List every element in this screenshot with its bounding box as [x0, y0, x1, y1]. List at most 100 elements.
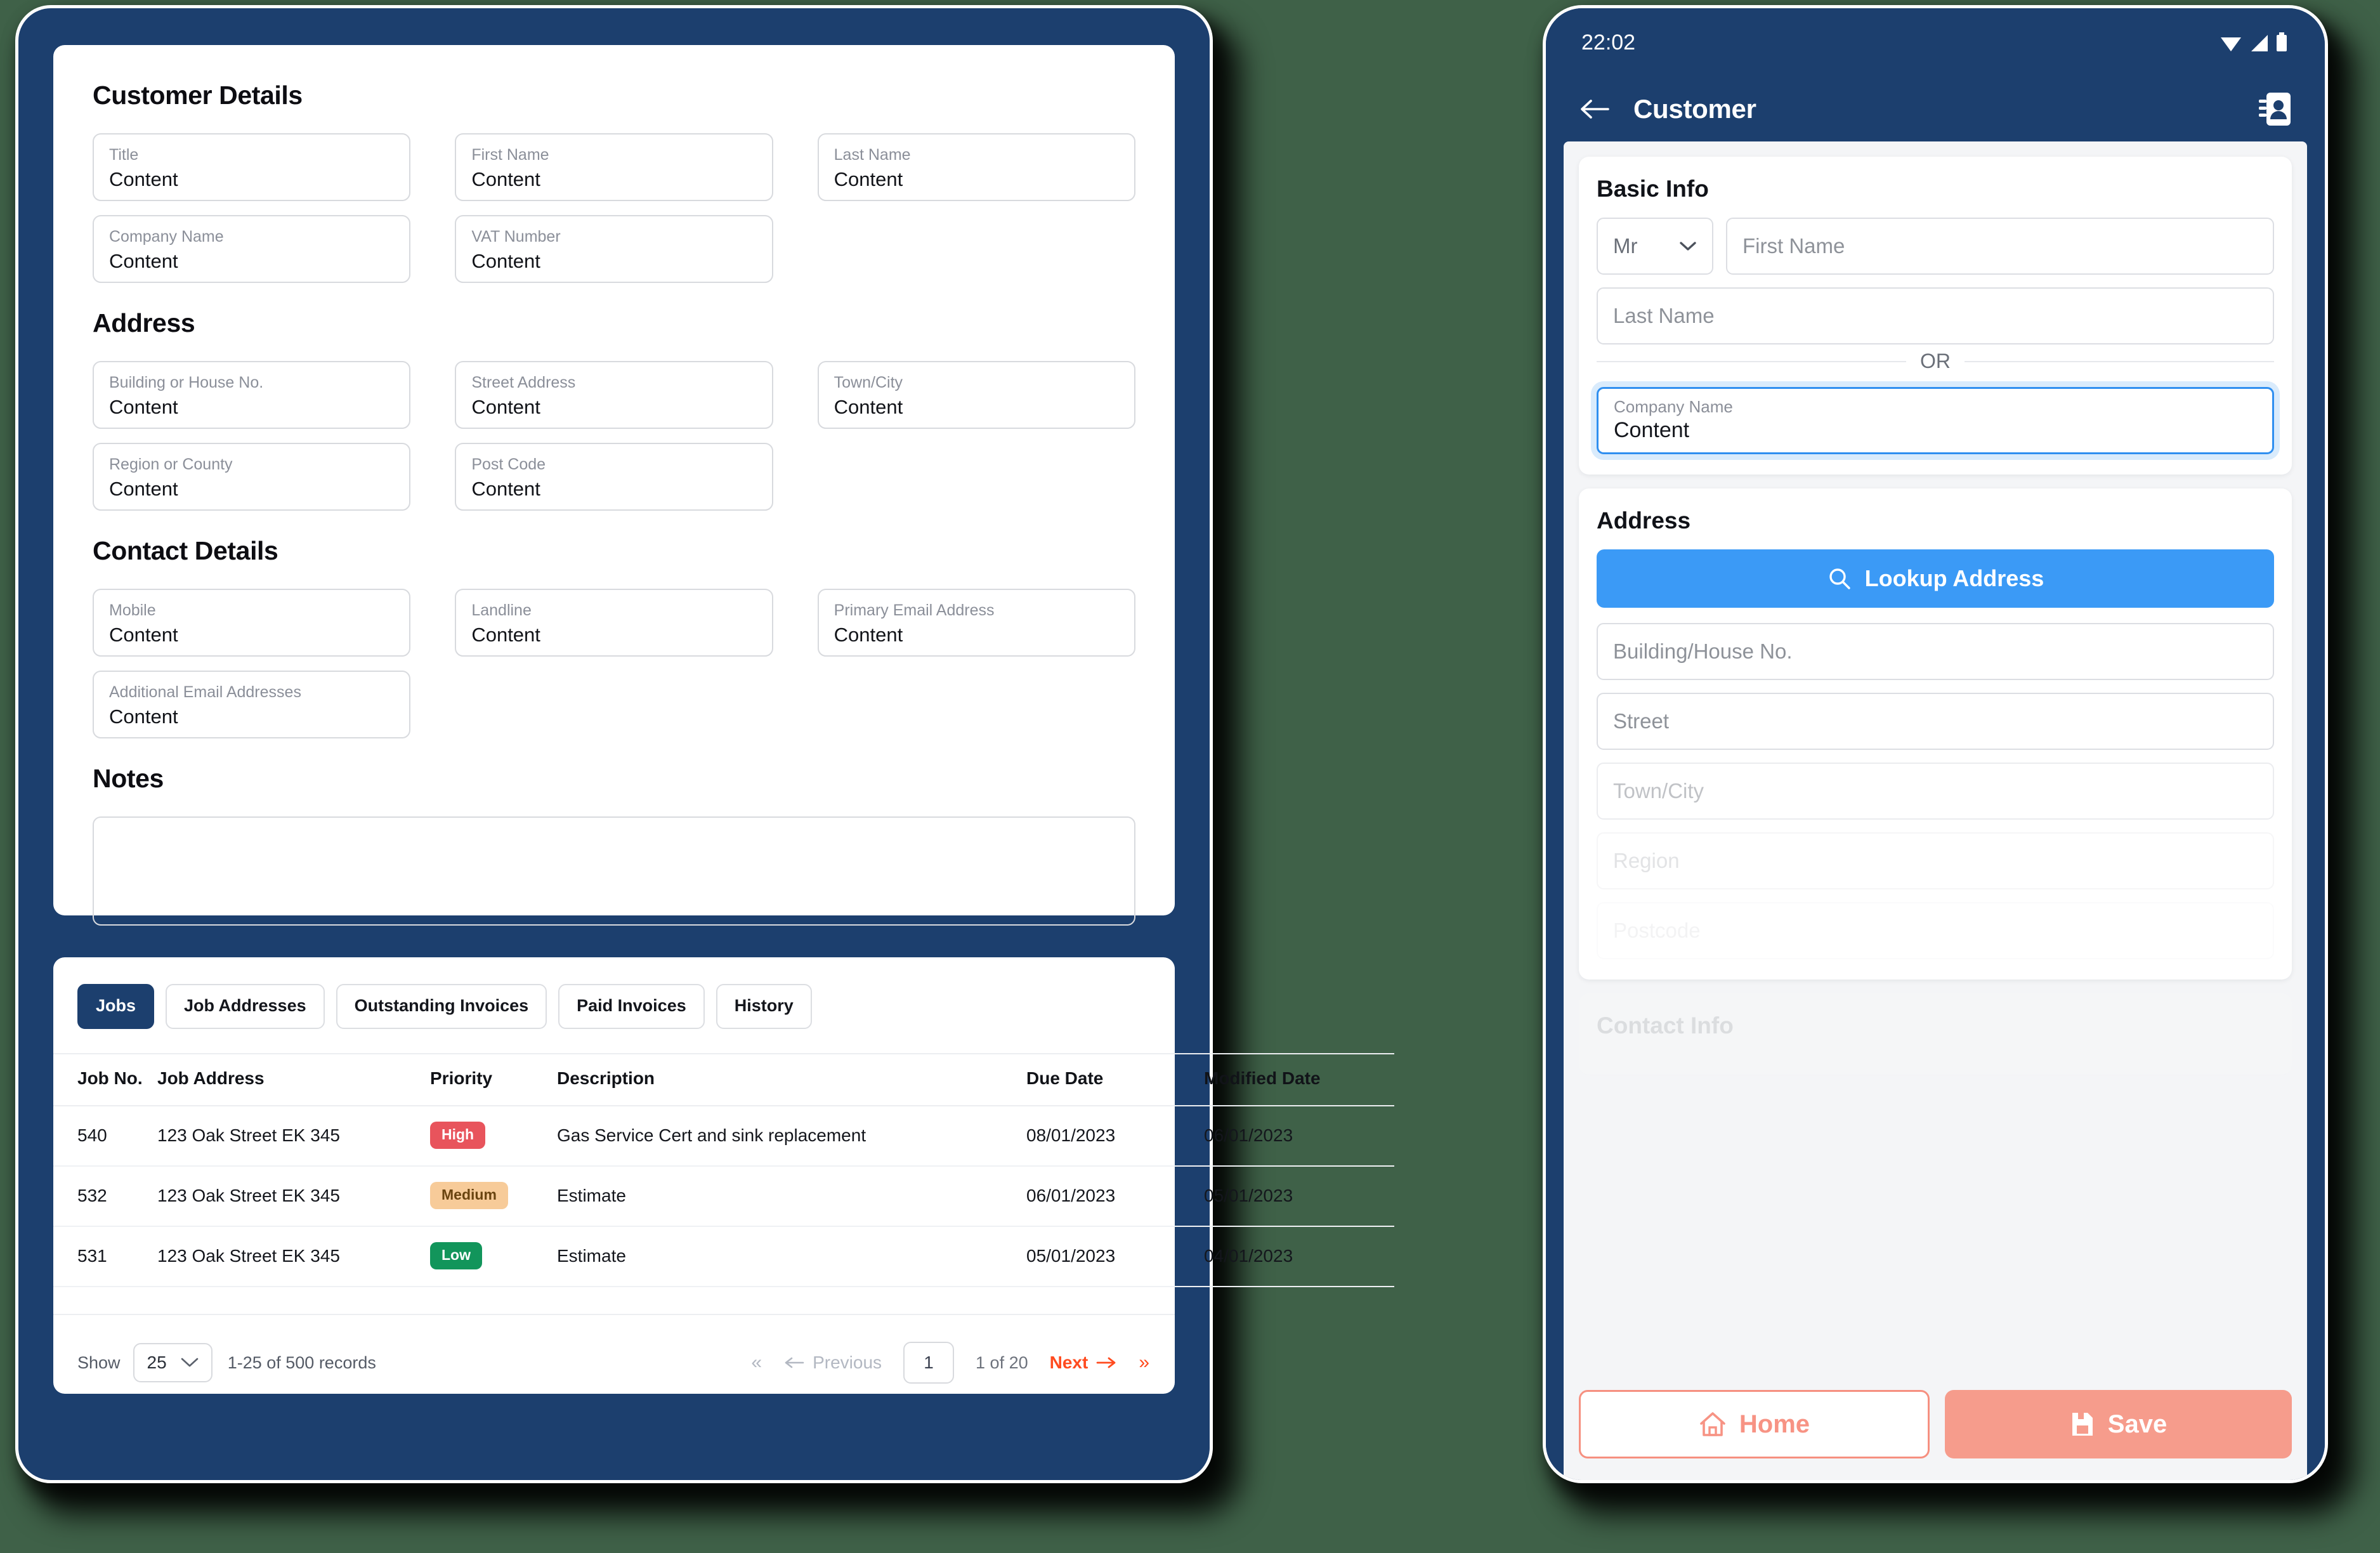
tab-job-addresses[interactable]: Job Addresses [166, 984, 325, 1029]
cell-priority: Low [430, 1226, 557, 1287]
tab-jobs[interactable]: Jobs [77, 984, 155, 1029]
address-fields: Building or House No. Content Street Add… [93, 361, 1135, 511]
table-row[interactable]: 531 123 Oak Street EK 345 Low Estimate 0… [53, 1226, 1394, 1287]
show-label: Show [77, 1353, 121, 1372]
title-select[interactable]: Mr [1597, 218, 1713, 275]
field-label: Primary Email Address [834, 601, 995, 619]
cell-modified-date: 04/01/2023 [1204, 1226, 1394, 1287]
save-button[interactable]: Save [1945, 1390, 2292, 1458]
field-label: Additional Email Addresses [109, 683, 301, 701]
contact-details-fields: Mobile Content Landline Content Primary … [93, 589, 1135, 738]
first-name-input[interactable]: First Name [1726, 218, 2274, 275]
table-row[interactable]: 532 123 Oak Street EK 345 Medium Estimat… [53, 1166, 1394, 1227]
region-input[interactable]: Region [1597, 832, 2274, 889]
last-name-input[interactable]: Last Name [1597, 287, 2274, 344]
cell-description: Estimate [557, 1226, 1026, 1287]
address-heading: Address [93, 308, 195, 337]
field-label: VAT Number [471, 228, 561, 246]
column-header-due-date[interactable]: Due Date [1026, 1053, 1204, 1106]
tablet-device: Customer Details Title Content First Nam… [15, 5, 1394, 1483]
column-header-job-address[interactable]: Job Address [157, 1053, 430, 1106]
column-header-job-no[interactable]: Job No. [53, 1053, 157, 1106]
previous-page-button[interactable]: Previous [783, 1353, 882, 1373]
cell-description: Estimate [557, 1166, 1026, 1227]
company-name-label: Company Name [1614, 397, 1733, 416]
field-building-or-house-no[interactable]: Building or House No. Content [93, 361, 411, 429]
column-header-priority[interactable]: Priority [430, 1053, 557, 1106]
field-value: Content [834, 624, 903, 646]
customer-details-card: Customer Details Title Content First Nam… [53, 45, 1175, 926]
cell-description: Gas Service Cert and sink replacement [557, 1106, 1026, 1167]
cell-job-no: 531 [53, 1226, 157, 1287]
cell-priority: Medium [430, 1166, 557, 1227]
field-label: Building or House No. [109, 374, 264, 391]
field-post-code[interactable]: Post Code Content [455, 443, 773, 511]
field-value: Content [471, 624, 540, 646]
field-title[interactable]: Title Content [93, 133, 411, 201]
field-label: Last Name [834, 146, 911, 164]
customer-details-heading: Customer Details [93, 81, 303, 110]
field-landline[interactable]: Landline Content [455, 589, 773, 657]
jobs-table: Job No. Job Address Priority Description… [53, 1053, 1394, 1287]
company-name-input[interactable]: Company Name Content [1597, 387, 2274, 454]
home-icon [1699, 1410, 1727, 1438]
home-button[interactable]: Home [1579, 1390, 1930, 1458]
records-count-text: 1-25 of 500 records [227, 1353, 376, 1372]
phone-scroll-region[interactable]: Basic Info Mr First Name Last Name OR Co… [1564, 141, 2307, 1375]
field-placeholder-empty [817, 443, 1135, 511]
cell-due-date: 05/01/2023 [1026, 1226, 1204, 1287]
field-label: Street Address [471, 374, 576, 391]
last-page-button[interactable]: » [1139, 1352, 1149, 1373]
or-label: OR [1920, 350, 1951, 372]
divider-line [1965, 360, 2274, 362]
town-city-input[interactable]: Town/City [1597, 763, 2274, 820]
field-value: Content [109, 250, 178, 273]
field-value: Content [471, 478, 540, 501]
first-page-button[interactable]: « [751, 1352, 762, 1373]
field-value: Content [109, 624, 178, 646]
tab-history[interactable]: History [716, 984, 812, 1029]
field-value: Content [834, 168, 903, 191]
field-value: Content [109, 168, 178, 191]
column-header-modified-date[interactable]: Modified Date [1204, 1053, 1394, 1106]
basic-info-heading: Basic Info [1597, 176, 1709, 202]
chevron-down-icon [181, 1357, 199, 1368]
page-number-input[interactable]: 1 [903, 1342, 955, 1384]
contact-book-icon[interactable] [2258, 90, 2293, 128]
field-additional-email-addresses[interactable]: Additional Email Addresses Content [93, 671, 411, 738]
company-name-value: Content [1614, 418, 1690, 442]
page-size-select[interactable]: 25 [133, 1343, 213, 1382]
contact-details-heading: Contact Details [93, 536, 278, 565]
tab-paid-invoices[interactable]: Paid Invoices [558, 984, 705, 1029]
field-vat-number[interactable]: VAT Number Content [455, 215, 773, 283]
column-header-description[interactable]: Description [557, 1053, 1026, 1106]
status-bar-time: 22:02 [1581, 30, 1636, 55]
table-row[interactable]: 540 123 Oak Street EK 345 High Gas Servi… [53, 1106, 1394, 1167]
lookup-address-button[interactable]: Lookup Address [1597, 549, 2274, 608]
status-bar-icons [2220, 32, 2288, 53]
field-label: Landline [471, 601, 532, 619]
next-page-button[interactable]: Next [1050, 1353, 1118, 1373]
field-primary-email-address[interactable]: Primary Email Address Content [817, 589, 1135, 657]
field-company-name[interactable]: Company Name Content [93, 215, 411, 283]
notes-textarea[interactable] [93, 816, 1135, 926]
phone-action-bar: Home Save [1564, 1375, 2307, 1480]
cell-due-date: 06/01/2023 [1026, 1166, 1204, 1227]
field-region-or-county[interactable]: Region or County Content [93, 443, 411, 511]
status-badge: High [430, 1122, 486, 1149]
field-first-name[interactable]: First Name Content [455, 133, 773, 201]
back-icon[interactable] [1579, 97, 1612, 121]
basic-info-card: Basic Info Mr First Name Last Name OR Co… [1579, 157, 2292, 475]
building-house-no-input[interactable]: Building/House No. [1597, 623, 2274, 680]
tab-outstanding-invoices[interactable]: Outstanding Invoices [336, 984, 547, 1029]
wifi-icon [2220, 34, 2242, 53]
street-input[interactable]: Street [1597, 693, 2274, 750]
arrow-right-icon [1095, 1356, 1117, 1370]
field-label: Town/City [834, 374, 903, 391]
field-town-city[interactable]: Town/City Content [817, 361, 1135, 429]
jobs-card: Jobs Job Addresses Outstanding Invoices … [53, 957, 1394, 1394]
field-last-name[interactable]: Last Name Content [817, 133, 1135, 201]
field-mobile[interactable]: Mobile Content [93, 589, 411, 657]
postcode-input[interactable]: Postcode [1597, 902, 2274, 959]
field-street-address[interactable]: Street Address Content [455, 361, 773, 429]
